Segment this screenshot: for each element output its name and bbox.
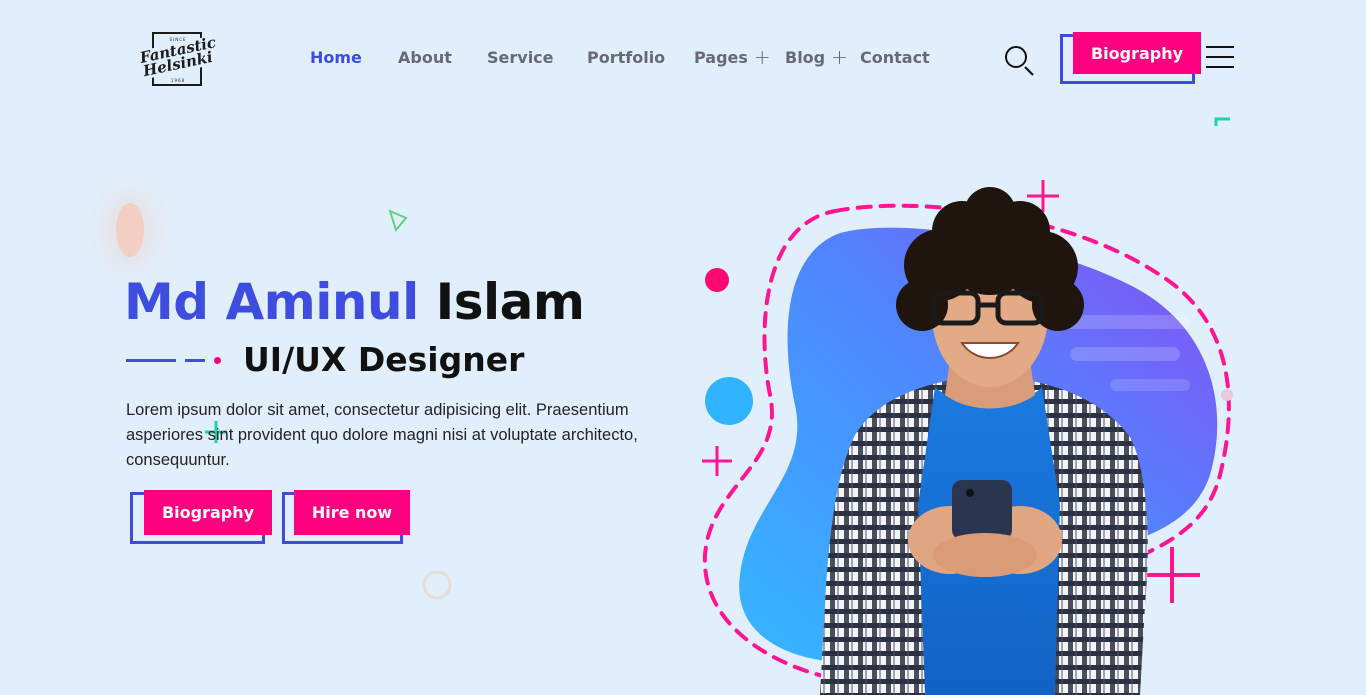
blob-streak bbox=[1110, 379, 1190, 391]
nav-blog[interactable]: Blog + bbox=[785, 45, 848, 69]
plus-decoration-icon bbox=[702, 446, 732, 476]
triangle-icon bbox=[388, 209, 408, 233]
hire-now-label: Hire now bbox=[294, 490, 410, 535]
site-logo[interactable]: SINCE Fantastic Helsinki 1968 bbox=[135, 32, 221, 87]
menu-bar bbox=[1206, 66, 1234, 68]
nav-about[interactable]: About bbox=[398, 48, 452, 67]
logo-year: 1968 bbox=[170, 78, 186, 83]
ring-decoration-icon bbox=[422, 570, 452, 600]
header-biography-label: Biography bbox=[1073, 32, 1201, 74]
hero-name-first: Md Aminul bbox=[124, 273, 419, 331]
nav-contact[interactable]: Contact bbox=[860, 48, 930, 67]
plus-decoration-icon bbox=[1144, 547, 1200, 603]
corner-decoration-icon bbox=[1214, 117, 1230, 126]
role-divider-dash bbox=[185, 359, 205, 362]
hero-description: Lorem ipsum dolor sit amet, consectetur … bbox=[126, 401, 638, 469]
nav-blog-label: Blog bbox=[785, 48, 826, 67]
header-biography-button[interactable]: Biography bbox=[1060, 32, 1202, 84]
hire-now-button[interactable]: Hire now bbox=[282, 490, 410, 546]
nav-pages-label: Pages bbox=[694, 48, 748, 67]
decorative-blob bbox=[116, 203, 144, 257]
plus-icon: + bbox=[753, 45, 771, 69]
nav-pages[interactable]: Pages + bbox=[694, 45, 771, 69]
nav-home[interactable]: Home bbox=[310, 48, 362, 67]
hero-role: UI/UX Designer bbox=[243, 340, 525, 379]
menu-bar bbox=[1206, 56, 1234, 58]
plus-icon: + bbox=[831, 45, 848, 69]
circle-decoration bbox=[705, 377, 753, 425]
hero-biography-label: Biography bbox=[144, 490, 272, 535]
hero-name: Md Aminul Islam bbox=[124, 273, 585, 331]
hero-name-last: Islam bbox=[435, 273, 585, 331]
circle-decoration bbox=[705, 268, 729, 292]
role-dot bbox=[214, 357, 221, 364]
search-icon[interactable] bbox=[1003, 44, 1035, 76]
hero-illustration bbox=[702, 180, 1233, 695]
hero-biography-button[interactable]: Biography bbox=[130, 490, 272, 546]
nav-portfolio[interactable]: Portfolio bbox=[587, 48, 665, 67]
role-divider bbox=[126, 359, 176, 362]
blob-streak bbox=[1070, 347, 1180, 361]
person-fingers bbox=[933, 533, 1037, 577]
menu-bar bbox=[1206, 46, 1234, 48]
circle-decoration bbox=[1221, 389, 1233, 401]
hamburger-menu-icon[interactable] bbox=[1206, 44, 1236, 70]
phone-camera bbox=[966, 489, 974, 497]
phone-icon bbox=[952, 480, 1012, 540]
nav-service[interactable]: Service bbox=[487, 48, 554, 67]
